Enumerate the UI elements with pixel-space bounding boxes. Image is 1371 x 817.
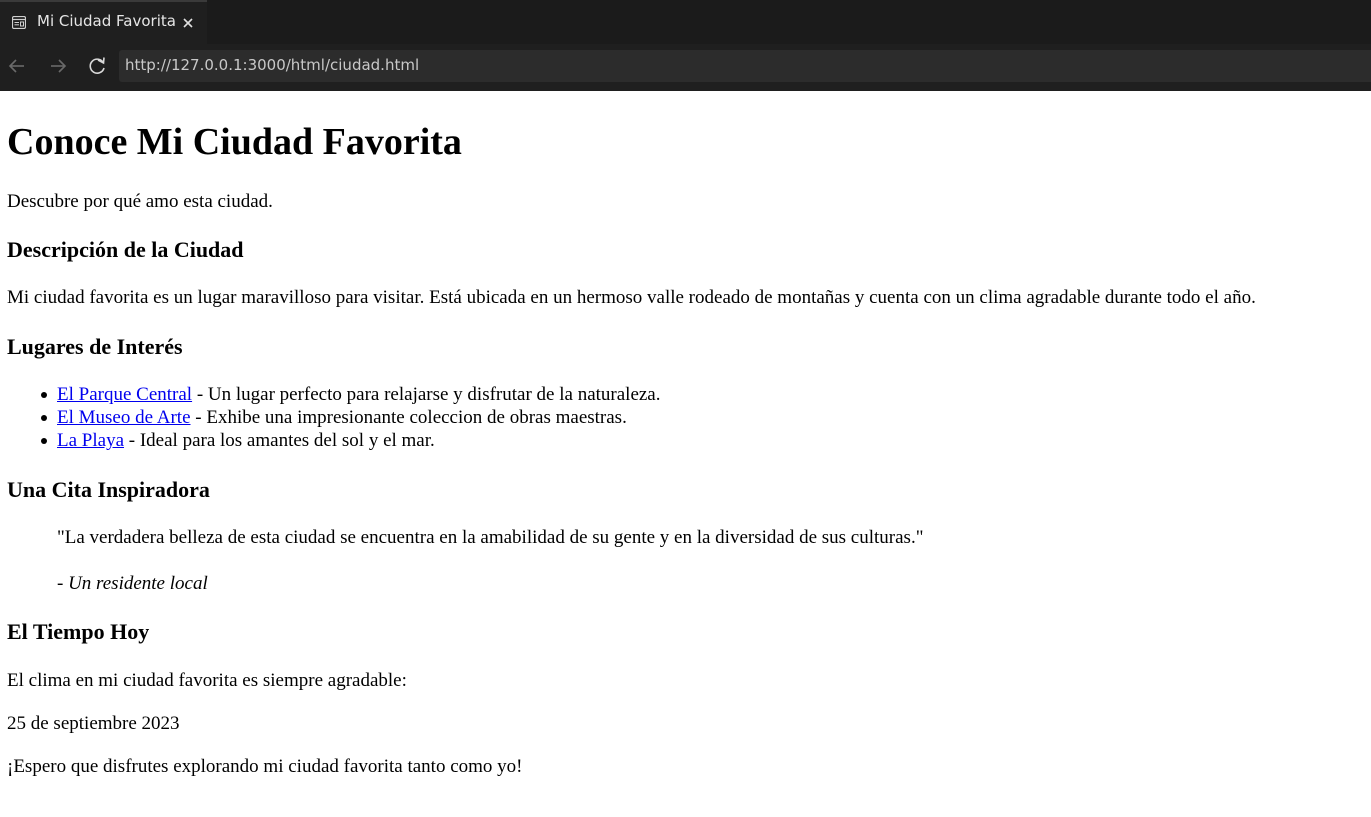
description-text: Mi ciudad favorita es un lugar maravillo… [7,287,1256,308]
quote-author-line: - Un residente local [57,572,208,596]
quote-text: "La verdadera belleza de esta ciudad se … [57,527,924,548]
places-list: El Parque Central - Un lugar perfecto pa… [41,383,661,452]
tab-strip: Mi Ciudad Favorita [0,0,1371,44]
closing-text: ¡Espero que disfrutes explorando mi ciud… [7,756,523,777]
close-icon[interactable] [181,16,195,30]
browser-tab[interactable]: Mi Ciudad Favorita [0,0,207,44]
place-link-playa[interactable]: La Playa [57,430,124,451]
forward-arrow-icon[interactable] [47,55,69,77]
description-heading: Descripción de la Ciudad [7,237,244,262]
place-link-museo[interactable]: El Museo de Arte [57,407,191,428]
list-item: La Playa - Ideal para los amantes del so… [41,429,661,452]
places-heading: Lugares de Interés [7,334,183,359]
page-title: Conoce Mi Ciudad Favorita [7,121,462,163]
list-item: El Parque Central - Un lugar perfecto pa… [41,383,661,406]
place-link-parque[interactable]: El Parque Central [57,384,192,405]
weather-intro: El clima en mi ciudad favorita es siempr… [7,670,407,691]
list-item: El Museo de Arte - Exhibe una impresiona… [41,406,661,429]
quote-heading: Una Cita Inspiradora [7,477,210,502]
quote-dash: - [57,573,69,594]
quote-author: Un residente local [68,573,208,594]
place-desc: - Un lugar perfecto para relajarse y dis… [192,384,661,405]
page-content: Conoce Mi Ciudad Favorita Descubre por q… [0,91,1371,817]
page-subtitle: Descubre por qué amo esta ciudad. [7,191,273,212]
place-desc: - Ideal para los amantes del sol y el ma… [124,430,435,451]
address-bar[interactable]: http://127.0.0.1:3000/html/ciudad.html [119,50,1371,82]
weather-heading: El Tiempo Hoy [7,619,150,644]
browser-toolbar: http://127.0.0.1:3000/html/ciudad.html [0,44,1371,91]
place-desc: - Exhibe una impresionante coleccion de … [190,407,627,428]
back-arrow-icon[interactable] [6,55,28,77]
browser-chrome: Mi Ciudad Favorita http://127.0.0.1:3000… [0,0,1371,91]
weather-date: 25 de septiembre 2023 [7,713,180,734]
reload-icon[interactable] [87,55,109,77]
page-icon [12,16,26,29]
tab-title: Mi Ciudad Favorita [37,12,176,30]
url-text: http://127.0.0.1:3000/html/ciudad.html [125,56,420,74]
